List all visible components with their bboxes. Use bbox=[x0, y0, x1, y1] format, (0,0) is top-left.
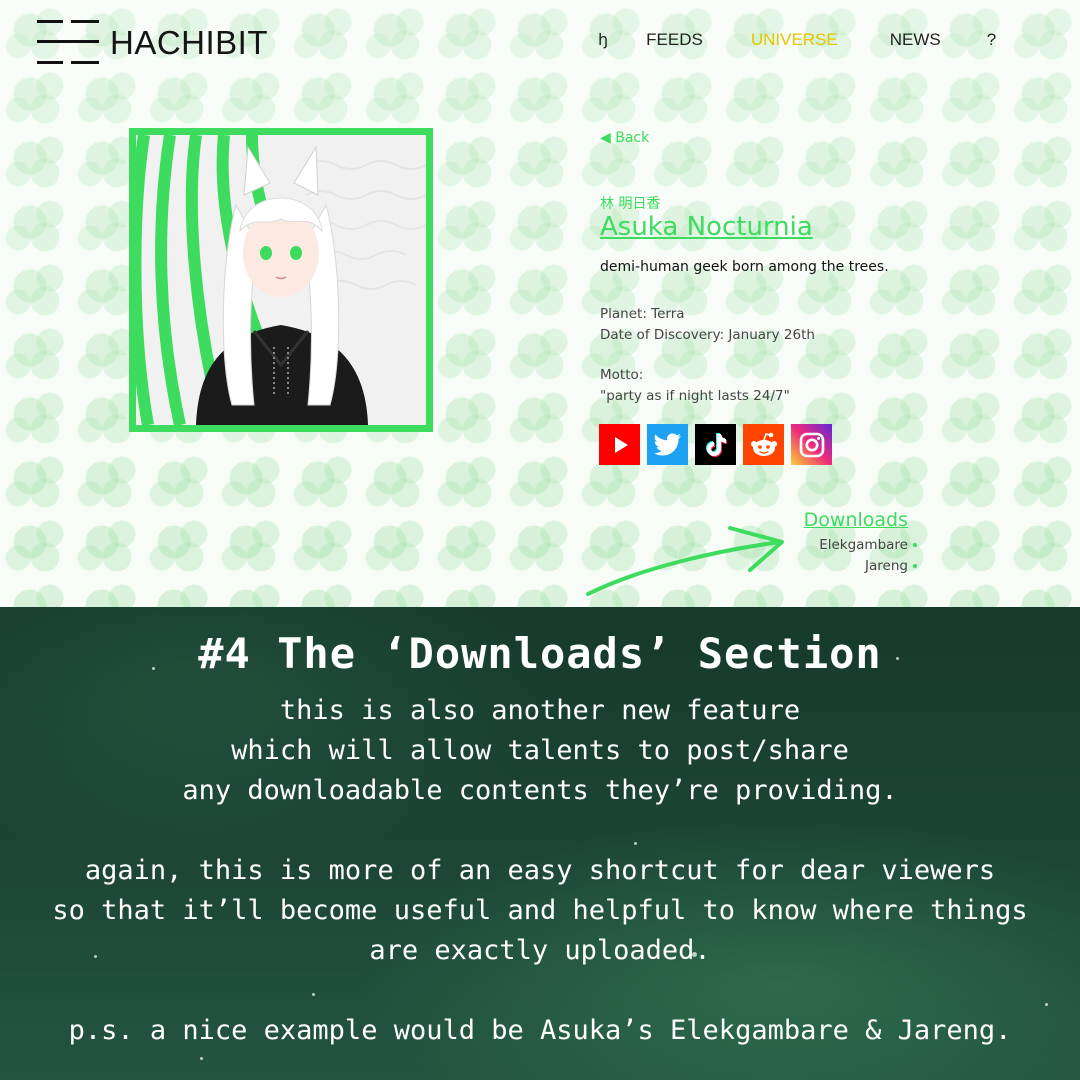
home-icon[interactable]: ꜧ bbox=[598, 30, 608, 50]
caption-body: this is also another new feature which w… bbox=[0, 691, 1080, 1051]
caption-line: p.s. a nice example would be Asuka’s Ele… bbox=[68, 1015, 1012, 1046]
back-link[interactable]: ◀ Back bbox=[600, 130, 649, 146]
brand-name[interactable]: HACHIBIT bbox=[110, 24, 268, 62]
caption-title: #4 The ‘Downloads’ Section bbox=[198, 629, 882, 678]
download-label: Jareng bbox=[865, 558, 908, 574]
caption-line: so that it’ll become useful and helpful … bbox=[52, 895, 1028, 926]
nav-feeds[interactable]: FEEDS bbox=[646, 30, 703, 50]
caption-line: again, this is more of an easy shortcut … bbox=[84, 855, 996, 886]
nav-help[interactable]: ? bbox=[987, 30, 996, 50]
planet-info: Planet: Terra bbox=[600, 306, 685, 322]
caption-line: any downloadable contents they’re provid… bbox=[182, 775, 898, 806]
nav-news[interactable]: NEWS bbox=[890, 30, 941, 50]
motto-text: "party as if night lasts 24/7" bbox=[600, 388, 790, 404]
download-link-elekgambare[interactable]: Elekgambare bbox=[819, 537, 917, 553]
social-links bbox=[599, 424, 832, 465]
caption-line: are exactly uploaded. bbox=[369, 935, 711, 966]
bullet-dot-icon bbox=[913, 543, 917, 547]
download-link-jareng[interactable]: Jareng bbox=[865, 558, 917, 574]
native-name: 林 明日香 bbox=[600, 196, 661, 212]
bullet-dot-icon bbox=[913, 564, 917, 568]
menu-lines-icon[interactable] bbox=[37, 18, 99, 66]
reddit-icon[interactable] bbox=[743, 424, 784, 465]
caption-line: this is also another new feature bbox=[279, 695, 801, 726]
youtube-icon[interactable] bbox=[599, 424, 640, 465]
star-decoration bbox=[200, 1057, 203, 1060]
downloads-heading[interactable]: Downloads bbox=[804, 509, 908, 531]
pointer-arrow-icon bbox=[586, 526, 784, 596]
download-label: Elekgambare bbox=[819, 537, 908, 553]
instagram-icon[interactable] bbox=[791, 424, 832, 465]
twitter-icon[interactable] bbox=[647, 424, 688, 465]
motto-label: Motto: bbox=[600, 367, 644, 383]
character-portrait bbox=[129, 128, 433, 432]
character-name[interactable]: Asuka Nocturnia bbox=[600, 212, 813, 242]
tiktok-icon[interactable] bbox=[695, 424, 736, 465]
main-nav: ꜧ FEEDS UNIVERSE NEWS ? bbox=[590, 30, 996, 50]
discovery-date: Date of Discovery: January 26th bbox=[600, 327, 815, 343]
nav-universe[interactable]: UNIVERSE bbox=[751, 30, 838, 50]
caption-panel: #4 The ‘Downloads’ Section this is also … bbox=[0, 607, 1080, 1080]
website-preview: HACHIBIT ꜧ FEEDS UNIVERSE NEWS ? ◀ Back … bbox=[0, 0, 1080, 607]
character-tagline: demi-human geek born among the trees. bbox=[600, 259, 889, 275]
caption-line: which will allow talents to post/share bbox=[231, 735, 849, 766]
